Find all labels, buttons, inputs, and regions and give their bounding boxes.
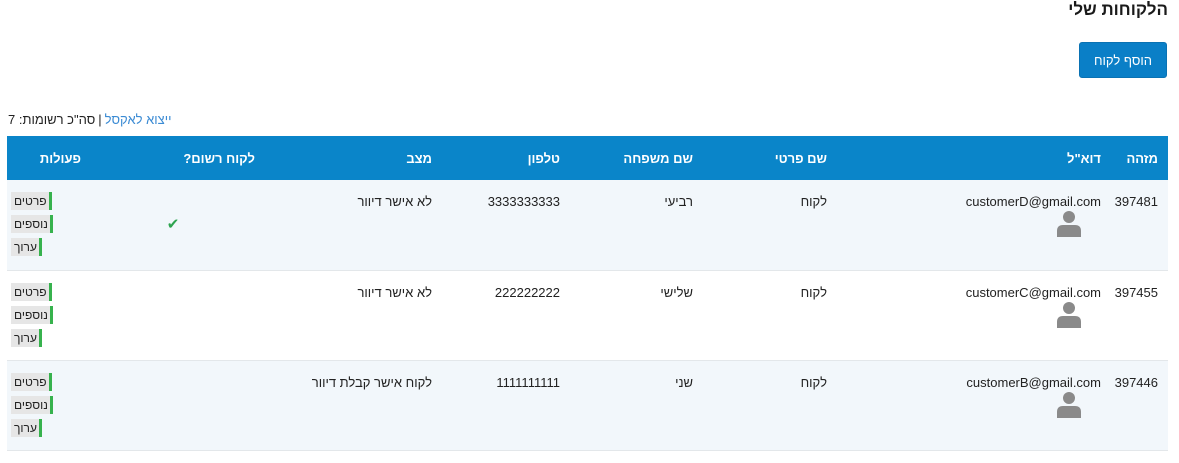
more-details-button-line2[interactable]: נוספים <box>11 395 53 414</box>
header-actions: פעולות <box>39 150 81 166</box>
cell-phone: 1111111111 <box>496 374 560 390</box>
header-email[interactable]: דוא"ל <box>837 136 1111 180</box>
more-details-button[interactable]: פרטים <box>11 282 52 301</box>
cell-first-name: לקוח <box>800 194 827 209</box>
records-count: סה"כ רשומות: 7 <box>8 112 96 127</box>
cell-phone: 222222222 <box>494 284 560 300</box>
customer-id: 397455 <box>1114 284 1158 300</box>
table-row: 397446 customerB@gmail.com לקוח שני 1111… <box>7 360 1168 450</box>
cell-id: 397446 <box>1057 360 1168 450</box>
edit-button[interactable]: ערוך <box>11 328 42 347</box>
cell-first-name: לקוח <box>800 374 827 390</box>
more-details-button[interactable]: פרטים <box>11 192 52 210</box>
header-id[interactable]: מזהה <box>1111 136 1168 180</box>
more-details-button-line2[interactable]: נוספים <box>11 215 53 233</box>
header-registered[interactable]: לקוח רשום? <box>91 136 265 180</box>
user-avatar-icon <box>1057 211 1081 237</box>
cell-registered <box>91 270 265 360</box>
cell-registered <box>91 360 265 450</box>
cell-actions: פרטים נוספים ערוך <box>7 360 91 450</box>
cell-id: 397455 <box>1057 270 1168 360</box>
user-avatar-icon <box>1057 301 1081 328</box>
check-icon: ✔ <box>166 216 180 233</box>
cell-status: לא אישר דיוור <box>357 194 432 209</box>
edit-button[interactable]: ערוך <box>11 418 42 437</box>
customer-id: 397446 <box>1114 374 1158 390</box>
add-customer-button[interactable]: הוסף לקוח <box>1079 42 1167 78</box>
records-summary: ייצוא לאקסל|סה"כ רשומות: 7 <box>8 112 172 127</box>
cell-last-name: שלישי <box>660 284 693 300</box>
header-phone[interactable]: טלפון <box>442 136 570 180</box>
edit-button[interactable]: ערוך <box>11 238 42 256</box>
cell-last-name: שני <box>675 374 693 390</box>
cell-phone: 3333333333 <box>487 194 560 209</box>
cell-status: לקוח אישר קבלת דיוור <box>311 374 432 390</box>
table-row: 397481 customerD@gmail.com לקוח רביעי 33… <box>7 180 1168 270</box>
more-details-button-line2[interactable]: נוספים <box>11 305 53 324</box>
page-title: הלקוחות שלי <box>1068 0 1168 19</box>
header-last-name[interactable]: שם משפחה <box>570 136 703 180</box>
customer-id: 397481 <box>1114 194 1158 209</box>
cell-actions: פרטים נוספים ערוך <box>7 270 91 360</box>
cell-status: לא אישר דיוור <box>357 284 432 300</box>
cell-registered: ✔ <box>91 180 265 270</box>
cell-id: 397481 <box>1057 180 1168 270</box>
header-status[interactable]: מצב <box>265 136 442 180</box>
summary-separator: | <box>98 112 102 127</box>
header-first-name[interactable]: שם פרטי <box>703 136 837 180</box>
cell-last-name: רביעי <box>664 194 693 209</box>
customers-table: מזהה דוא"ל שם פרטי שם משפחה טלפון מצב לק… <box>7 136 1168 451</box>
user-avatar-icon <box>1057 391 1081 418</box>
cell-first-name: לקוח <box>800 284 827 300</box>
table-row: 397455 customerC@gmail.com לקוח שלישי 22… <box>7 270 1168 360</box>
more-details-button[interactable]: פרטים <box>11 372 52 391</box>
cell-actions: פרטים נוספים ערוך <box>7 180 91 270</box>
table-header-row: מזהה דוא"ל שם פרטי שם משפחה טלפון מצב לק… <box>7 136 1168 180</box>
export-to-excel-link[interactable]: ייצוא לאקסל <box>105 112 172 127</box>
